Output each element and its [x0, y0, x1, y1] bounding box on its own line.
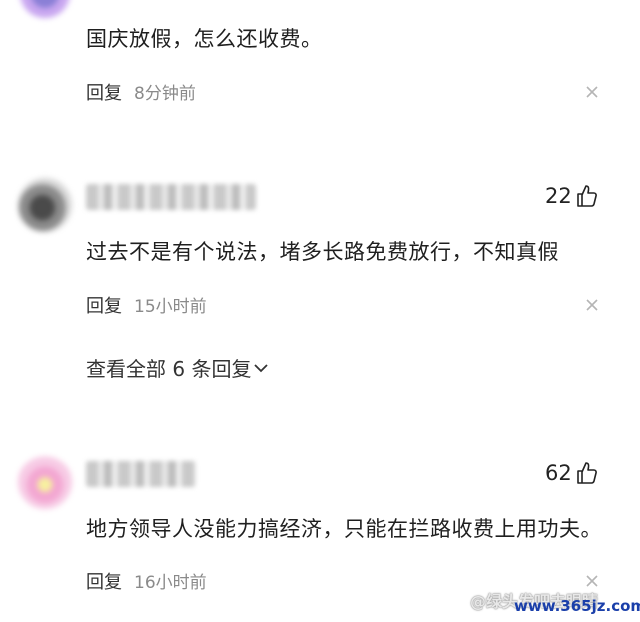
like-control[interactable]: 22: [545, 184, 598, 208]
username-blurred[interactable]: [86, 184, 256, 210]
comment-time: 8分钟前: [134, 84, 196, 104]
watermark-url: www.365jz.com: [514, 597, 640, 615]
like-count: 62: [545, 461, 572, 485]
comment-meta: 回复 15小时前: [86, 292, 207, 318]
username-blurred[interactable]: [86, 461, 196, 487]
like-count: 22: [545, 184, 572, 208]
watermark: @绿头发吧去眼睛 www.365jz.com: [470, 588, 640, 615]
comment-content: 地方领导人没能力搞经济，只能在拦路收费上用功夫。: [86, 517, 602, 541]
thumbs-up-icon[interactable]: [576, 184, 598, 208]
comment-meta: 回复 8分钟前: [86, 79, 196, 105]
view-all-replies-button[interactable]: 查看全部 6 条回复: [86, 353, 269, 382]
avatar[interactable]: [18, 455, 72, 509]
reply-button[interactable]: 回复: [86, 296, 122, 317]
close-icon[interactable]: [583, 296, 601, 314]
comment-content: 国庆放假，怎么还收费。: [86, 27, 323, 51]
chevron-down-icon: [254, 363, 269, 372]
comment-content: 过去不是有个说法，堵多长路免费放行，不知真假: [86, 240, 559, 264]
thumbs-up-icon[interactable]: [576, 461, 598, 485]
avatar[interactable]: [18, 178, 72, 232]
reply-button[interactable]: 回复: [86, 83, 122, 104]
view-all-replies-label: 查看全部 6 条回复: [86, 357, 252, 381]
comment-time: 16小时前: [134, 573, 207, 593]
avatar[interactable]: [18, 0, 72, 18]
comment-time: 15小时前: [134, 297, 207, 317]
reply-button[interactable]: 回复: [86, 572, 122, 593]
close-icon[interactable]: [583, 83, 601, 101]
comment-meta: 回复 16小时前: [86, 568, 207, 594]
like-control[interactable]: 62: [545, 461, 598, 485]
